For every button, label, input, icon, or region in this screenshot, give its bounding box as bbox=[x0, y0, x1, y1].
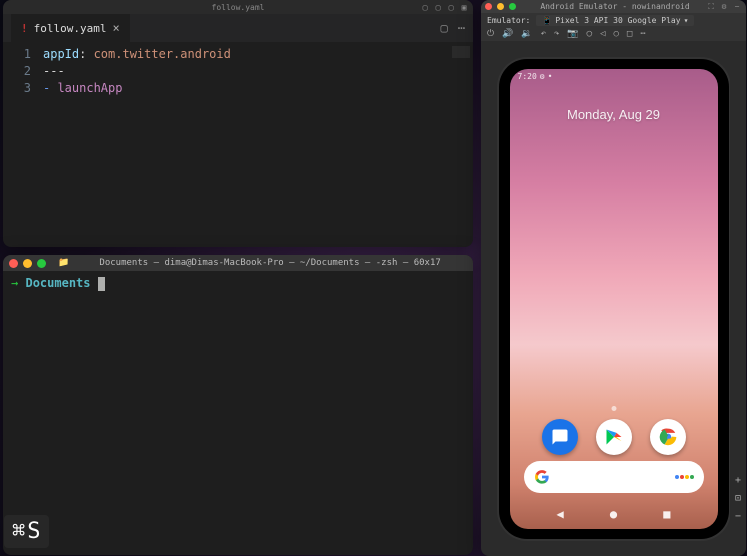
panel-right-icon[interactable]: ▢ bbox=[446, 2, 456, 12]
file-tab[interactable]: ! follow.yaml × bbox=[11, 14, 130, 42]
phone-icon: 📱 bbox=[542, 16, 552, 25]
traffic-lights bbox=[9, 259, 46, 268]
phone-screen[interactable]: 7:20 ⚙ • Monday, Aug 29 bbox=[510, 69, 718, 529]
zoom-out-icon[interactable]: − bbox=[730, 507, 746, 525]
minimize-window-icon[interactable] bbox=[23, 259, 32, 268]
tabbar-actions: ▢ ⋯ bbox=[441, 21, 465, 35]
emulator-label: Emulator: bbox=[487, 16, 530, 25]
terminal-body[interactable]: → Documents bbox=[3, 271, 473, 295]
line-number: 2 bbox=[3, 63, 43, 80]
tab-close-icon[interactable]: × bbox=[112, 21, 119, 35]
chrome-app-icon[interactable] bbox=[650, 419, 686, 455]
line-content: - launchApp bbox=[43, 80, 122, 97]
editor-window: follow.yaml ▢ ▢ ▢ ▣ ! follow.yaml × ▢ ⋯ … bbox=[3, 0, 473, 247]
assistant-icon[interactable] bbox=[675, 475, 694, 479]
volume-up-icon[interactable]: 🔊 bbox=[502, 29, 513, 39]
code-line[interactable]: 2--- bbox=[3, 63, 473, 80]
line-number: 1 bbox=[3, 46, 43, 63]
home-icon[interactable]: ○ bbox=[613, 29, 618, 39]
nav-overview-icon[interactable]: ■ bbox=[663, 507, 670, 521]
nav-back-icon[interactable]: ◀ bbox=[557, 507, 564, 521]
terminal-titlebar: 📁 Documents — dima@Dimas-MacBook-Pro — ~… bbox=[3, 255, 473, 271]
rotate-left-icon[interactable]: ↶ bbox=[541, 29, 546, 39]
volume-down-icon[interactable]: 🔉 bbox=[521, 29, 532, 39]
expand-icon[interactable]: ⛶ bbox=[706, 2, 716, 12]
code-line[interactable]: 3- launchApp bbox=[3, 80, 473, 97]
code-line[interactable]: 1appId: com.twitter.android bbox=[3, 46, 473, 63]
command-symbol: ⌘ bbox=[12, 519, 25, 544]
terminal-cursor bbox=[98, 277, 105, 291]
rotate-right-icon[interactable]: ↷ bbox=[554, 29, 559, 39]
emulator-titlebar: Android Emulator - nowinandroid ⛶ ⚙ − bbox=[481, 0, 746, 13]
terminal-window: 📁 Documents — dima@Dimas-MacBook-Pro — ~… bbox=[3, 255, 473, 555]
panel-left-icon[interactable]: ▢ bbox=[420, 2, 430, 12]
maximize-window-icon[interactable] bbox=[37, 259, 46, 268]
editor-window-title: follow.yaml bbox=[212, 3, 265, 12]
emulator-sidebar: + ⊡ − bbox=[730, 41, 746, 556]
camera-icon[interactable]: ◯ bbox=[587, 29, 592, 39]
zoom-in-icon[interactable]: + bbox=[730, 471, 746, 489]
tab-label: follow.yaml bbox=[34, 22, 107, 35]
dock bbox=[510, 419, 718, 455]
code-editor[interactable]: 1appId: com.twitter.android2---3- launch… bbox=[3, 42, 473, 101]
status-dot-icon: • bbox=[548, 72, 553, 81]
nav-home-icon[interactable]: ● bbox=[610, 507, 617, 521]
emulator-window-title: Android Emulator - nowinandroid bbox=[527, 2, 703, 11]
minimize-window-icon[interactable] bbox=[497, 3, 504, 10]
tab-bar: ! follow.yaml × ▢ ⋯ bbox=[3, 14, 473, 42]
google-logo-icon bbox=[534, 469, 550, 485]
traffic-lights bbox=[485, 3, 516, 10]
status-time: 7:20 bbox=[518, 72, 537, 81]
gear-icon[interactable]: ⚙ bbox=[719, 2, 729, 12]
status-gear-icon: ⚙ bbox=[540, 72, 545, 81]
overview-icon[interactable]: □ bbox=[627, 29, 632, 39]
messages-app-icon[interactable] bbox=[542, 419, 578, 455]
editor-titlebar-controls: ▢ ▢ ▢ ▣ bbox=[420, 2, 469, 12]
more-icon[interactable]: ⋯ bbox=[640, 29, 645, 39]
maximize-window-icon[interactable] bbox=[509, 3, 516, 10]
close-window-icon[interactable] bbox=[485, 3, 492, 10]
android-navbar: ◀ ● ■ bbox=[510, 499, 718, 529]
chevron-down-icon: ▾ bbox=[684, 16, 689, 25]
back-icon[interactable]: ◁ bbox=[600, 29, 605, 39]
terminal-title: Documents — dima@Dimas-MacBook-Pro — ~/D… bbox=[73, 258, 467, 268]
minimap[interactable] bbox=[452, 46, 470, 86]
page-indicator bbox=[611, 406, 616, 411]
device-selector[interactable]: 📱 Pixel 3 API 30 Google Play ▾ bbox=[536, 15, 694, 26]
yaml-file-icon: ! bbox=[21, 22, 28, 35]
close-window-icon[interactable] bbox=[9, 259, 18, 268]
emulator-device-bar: Emulator: 📱 Pixel 3 API 30 Google Play ▾ bbox=[481, 13, 746, 27]
power-icon[interactable]: ⏻ bbox=[487, 29, 494, 39]
device-name: Pixel 3 API 30 Google Play bbox=[555, 16, 680, 25]
android-statusbar: 7:20 ⚙ • bbox=[510, 69, 718, 85]
panel-bottom-icon[interactable]: ▢ bbox=[433, 2, 443, 12]
zoom-reset-icon[interactable]: ⊡ bbox=[730, 489, 746, 507]
folder-icon: 📁 bbox=[58, 258, 69, 268]
home-date: Monday, Aug 29 bbox=[510, 107, 718, 122]
prompt-path: Documents bbox=[25, 276, 90, 290]
google-search-bar[interactable] bbox=[524, 461, 704, 493]
emulator-toolbar: ⏻ 🔊 🔉 ↶ ↷ 📷 ◯ ◁ ○ □ ⋯ bbox=[481, 27, 746, 41]
line-content: --- bbox=[43, 63, 65, 80]
phone-frame: 7:20 ⚙ • Monday, Aug 29 bbox=[499, 59, 729, 539]
layout-icon[interactable]: ▣ bbox=[459, 2, 469, 12]
minimize-icon[interactable]: − bbox=[732, 2, 742, 12]
emulator-window: Android Emulator - nowinandroid ⛶ ⚙ − Em… bbox=[481, 0, 746, 556]
shortcut-key: S bbox=[27, 519, 40, 544]
screenshot-icon[interactable]: 📷 bbox=[567, 29, 578, 39]
line-content: appId: com.twitter.android bbox=[43, 46, 231, 63]
split-editor-icon[interactable]: ▢ bbox=[441, 21, 448, 35]
play-store-app-icon[interactable] bbox=[596, 419, 632, 455]
device-area: 7:20 ⚙ • Monday, Aug 29 bbox=[481, 41, 746, 556]
editor-titlebar: follow.yaml ▢ ▢ ▢ ▣ bbox=[3, 0, 473, 14]
line-number: 3 bbox=[3, 80, 43, 97]
shortcut-indicator: ⌘S bbox=[4, 515, 49, 548]
prompt-arrow: → bbox=[11, 276, 18, 290]
more-actions-icon[interactable]: ⋯ bbox=[458, 21, 465, 35]
